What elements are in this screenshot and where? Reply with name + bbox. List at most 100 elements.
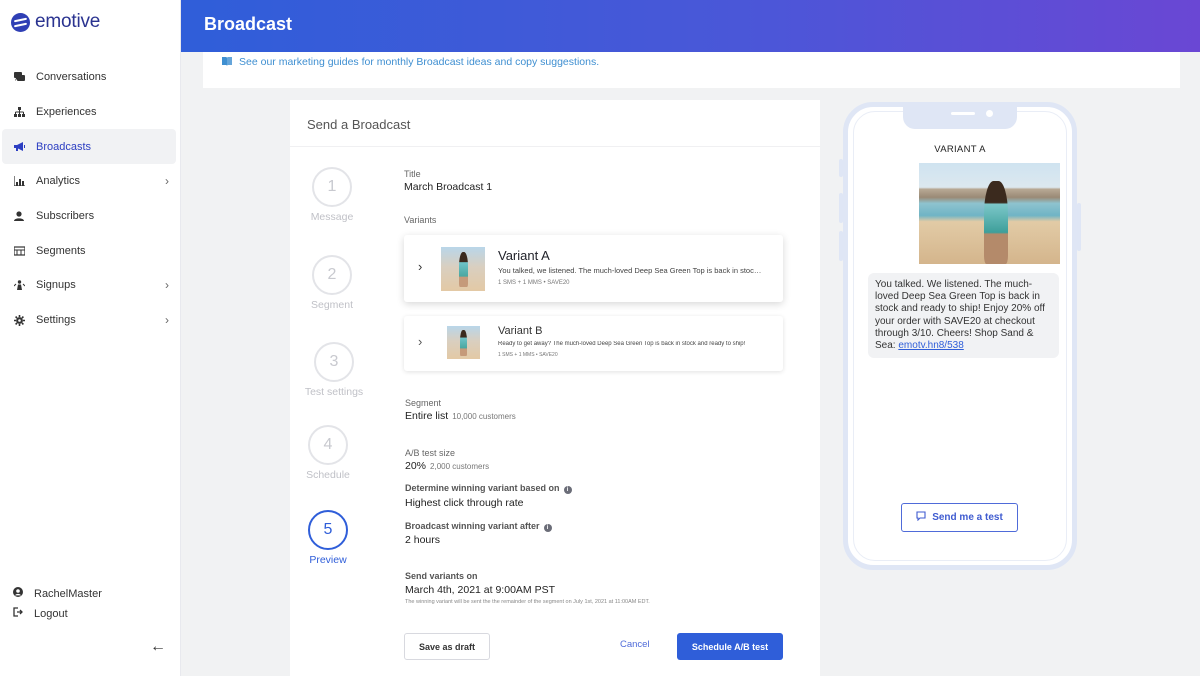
sidebar-item-experiences[interactable]: Experiences xyxy=(0,95,181,130)
megaphone-icon xyxy=(13,141,25,153)
variant-card-b[interactable]: › Variant B Ready to get away? The much-… xyxy=(404,316,783,371)
info-icon[interactable]: i xyxy=(563,486,572,494)
step-number: 3 xyxy=(314,342,354,382)
variant-thumbnail xyxy=(447,326,480,359)
logout-icon xyxy=(13,607,23,620)
step-number: 4 xyxy=(308,425,348,465)
step-message[interactable]: 1 Message xyxy=(292,167,372,223)
segment-label: Segment xyxy=(405,398,442,408)
user-icon xyxy=(13,210,25,222)
sidebar-item-segments[interactable]: Segments xyxy=(0,233,181,268)
info-icon[interactable]: i xyxy=(543,524,552,532)
chevron-right-icon[interactable]: › xyxy=(418,259,422,274)
guides-link[interactable]: See our marketing guides for monthly Bro… xyxy=(239,56,599,68)
gear-icon xyxy=(13,314,25,326)
sidebar-item-label: Analytics xyxy=(36,175,81,188)
send-on-value: March 4th, 2021 at 9:00AM PST xyxy=(405,584,555,596)
app-name: emotive xyxy=(35,11,101,32)
variant-card-a[interactable]: › Variant A You talked, we listened. The… xyxy=(404,235,783,302)
ab-count: 2,000 customers xyxy=(430,462,490,471)
book-icon xyxy=(222,57,232,66)
title-value: March Broadcast 1 xyxy=(404,181,493,193)
sidebar-item-signups[interactable]: Signups › xyxy=(0,268,181,303)
sitemap-icon xyxy=(13,106,25,118)
user-circle-icon xyxy=(13,587,23,600)
divider xyxy=(290,146,820,147)
phone-side-button xyxy=(839,159,843,177)
sidebar: emotive Conversations Experiences Broadc… xyxy=(0,0,181,676)
signups-icon xyxy=(13,279,25,291)
card-title: Send a Broadcast xyxy=(307,117,411,132)
phone-preview: VARIANT A You talked. We listened. The m… xyxy=(839,102,1081,570)
sidebar-item-label: Settings xyxy=(36,314,76,327)
step-label: Message xyxy=(310,211,354,223)
sidebar-item-subscribers[interactable]: Subscribers xyxy=(0,199,181,234)
segment-count: 10,000 customers xyxy=(452,412,516,421)
winning-after-value: 2 hours xyxy=(405,534,441,546)
user-name: RachelMaster xyxy=(34,587,102,600)
sidebar-item-broadcasts[interactable]: Broadcasts xyxy=(2,129,176,165)
send-test-label: Send me a test xyxy=(932,512,1003,523)
collapse-sidebar-arrow-icon[interactable]: ← xyxy=(150,638,166,656)
message-icon xyxy=(916,511,926,524)
variant-description: You talked, we listened. The much-loved … xyxy=(498,266,764,275)
segment-value: Entire list 10,000 customers xyxy=(405,410,516,422)
chevron-right-icon[interactable]: › xyxy=(418,334,422,349)
variant-meta: 1 SMS + 1 MMS • SAVE20 xyxy=(498,352,558,358)
mms-image xyxy=(919,163,1060,264)
variant-name: Variant B xyxy=(498,325,543,337)
step-number: 1 xyxy=(312,167,352,207)
sidebar-item-conversations[interactable]: Conversations xyxy=(0,60,181,95)
emotive-logo-icon xyxy=(11,12,30,32)
sidebar-item-settings[interactable]: Settings › xyxy=(0,303,181,338)
sidebar-nav: Conversations Experiences Broadcasts Ana… xyxy=(0,60,181,338)
analytics-icon xyxy=(13,175,25,187)
step-number: 5 xyxy=(308,510,348,550)
step-schedule[interactable]: 4 Schedule xyxy=(288,425,368,481)
step-label: Preview xyxy=(309,554,347,566)
phone-side-button xyxy=(839,231,843,261)
save-draft-button[interactable]: Save as draft xyxy=(404,633,490,660)
send-on-label: Send variants on xyxy=(405,571,478,581)
variants-label: Variants xyxy=(404,215,437,225)
chat-icon xyxy=(13,71,25,83)
phone-side-button xyxy=(1077,203,1081,251)
user-profile[interactable]: RachelMaster xyxy=(13,587,102,600)
sms-message-bubble: You talked. We listened. The much-loved … xyxy=(868,273,1059,359)
segments-icon xyxy=(13,245,25,257)
cancel-button[interactable]: Cancel xyxy=(620,639,650,650)
sidebar-item-label: Experiences xyxy=(36,106,97,119)
step-preview[interactable]: 5 Preview xyxy=(288,510,368,566)
sidebar-item-analytics[interactable]: Analytics › xyxy=(0,164,181,199)
phone-notch xyxy=(903,103,1017,129)
sidebar-item-label: Signups xyxy=(36,279,76,292)
step-segment[interactable]: 2 Segment xyxy=(292,255,372,311)
winning-after-label: Broadcast winning variant after i xyxy=(405,521,552,532)
winning-basis-value: Highest click through rate xyxy=(405,497,524,509)
send-me-test-button[interactable]: Send me a test xyxy=(901,503,1018,532)
sidebar-item-label: Broadcasts xyxy=(36,140,92,153)
logout-link[interactable]: Logout xyxy=(13,607,68,620)
broadcast-card: Send a Broadcast 1 Message 2 Segment 3 T… xyxy=(290,100,820,676)
page-title: Broadcast xyxy=(204,14,293,34)
chevron-right-icon: › xyxy=(165,278,169,293)
page-header: Broadcast xyxy=(181,0,1200,52)
chevron-right-icon: › xyxy=(165,313,169,328)
sms-link[interactable]: emotv.hn8/538 xyxy=(898,340,963,351)
ab-test-size-label: A/B test size xyxy=(405,448,456,458)
logo[interactable]: emotive xyxy=(11,11,100,33)
segment-name: Entire list xyxy=(405,410,449,422)
chevron-right-icon: › xyxy=(165,174,169,189)
step-test-settings[interactable]: 3 Test settings xyxy=(294,342,374,398)
step-label: Test settings xyxy=(304,386,364,398)
sidebar-item-label: Conversations xyxy=(36,71,107,84)
variant-thumbnail xyxy=(441,247,485,291)
sidebar-item-label: Segments xyxy=(36,244,86,257)
phone-variant-label: VARIANT A xyxy=(934,144,986,155)
variant-name: Variant A xyxy=(498,248,550,263)
ab-percent: 20% xyxy=(405,460,427,472)
schedule-ab-test-button[interactable]: Schedule A/B test xyxy=(677,633,783,660)
step-label: Schedule xyxy=(306,469,350,481)
step-label: Segment xyxy=(310,299,354,311)
variant-description: Ready to get away? The much-loved Deep S… xyxy=(498,341,746,347)
